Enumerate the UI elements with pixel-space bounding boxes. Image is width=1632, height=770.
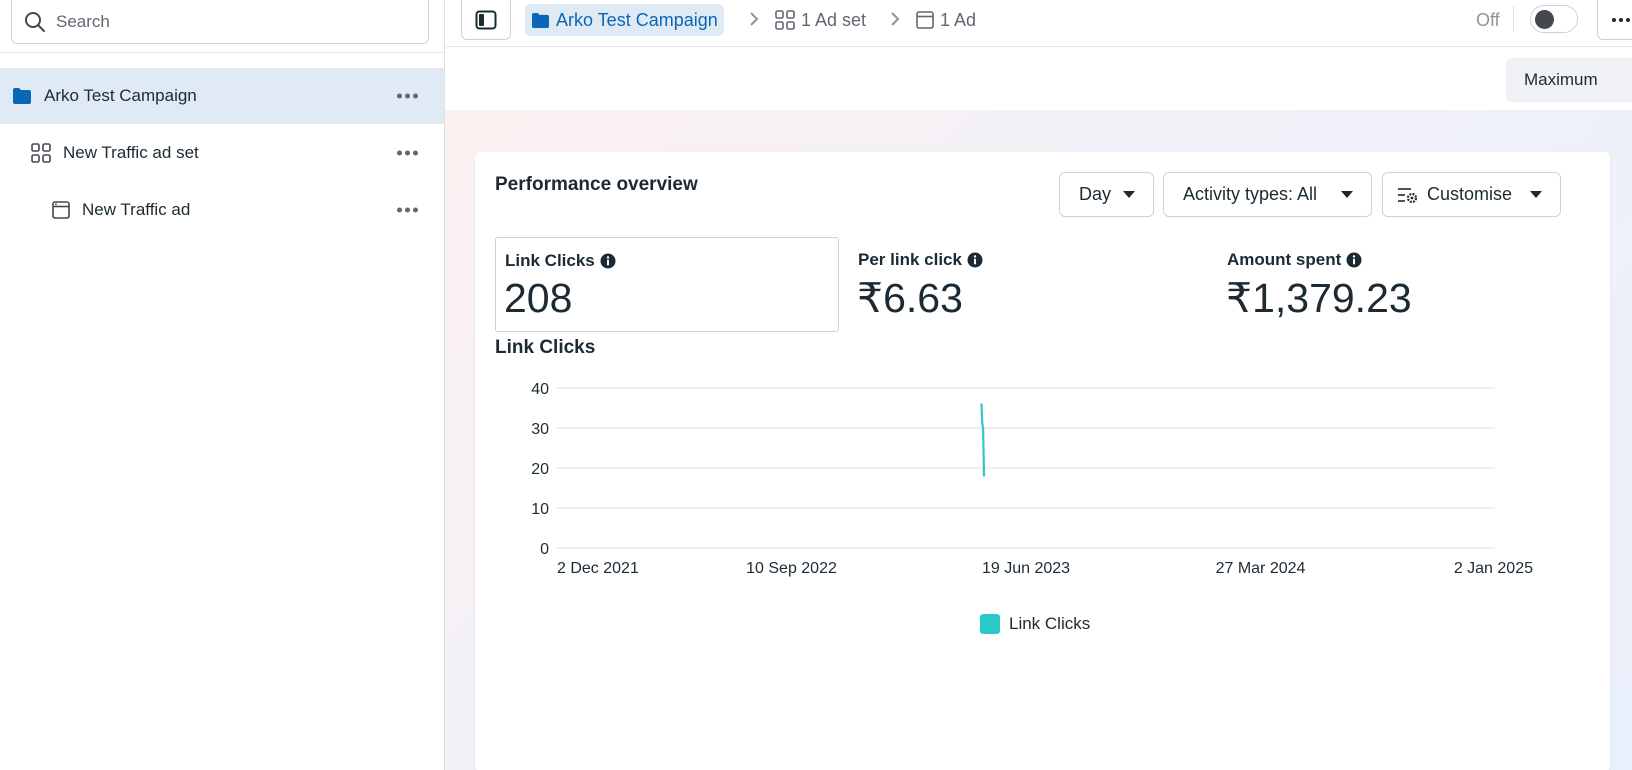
x-tick-label: 2 Dec 2021: [557, 560, 639, 577]
sidebar-divider: [0, 52, 445, 53]
more-options-icon[interactable]: [397, 93, 418, 99]
tree-item-label: New Traffic ad set: [63, 143, 199, 162]
legend-label: Link Clicks: [1009, 614, 1091, 633]
toggle-knob: [1535, 10, 1554, 29]
status-label: Off: [1476, 10, 1500, 30]
breadcrumb-campaign-label: Arko Test Campaign: [556, 9, 718, 30]
metric-value: ₹1,379.23: [1226, 275, 1412, 321]
activity-types-dropdown[interactable]: Activity types: All: [1163, 172, 1372, 217]
metric-label-text: Amount spent: [1227, 250, 1342, 269]
tree-item-adset[interactable]: New Traffic ad set: [0, 125, 444, 181]
data-point: [983, 475, 985, 477]
tree-item-ad[interactable]: New Traffic ad: [0, 182, 444, 238]
date-range-label: Maximum: [1524, 70, 1598, 89]
campaign-tree-sidebar: Arko Test Campaign New Traffic ad set Ne…: [0, 0, 445, 770]
y-tick-label: 0: [540, 541, 549, 558]
breadcrumb-ad[interactable]: 1 Ad: [916, 4, 976, 36]
search-icon: [24, 11, 46, 33]
toggle-sidebar-button[interactable]: [461, 0, 511, 40]
data-point: [981, 423, 984, 425]
breadcrumb-campaign[interactable]: Arko Test Campaign: [525, 4, 724, 36]
ad-window-icon: [52, 201, 70, 219]
search-box[interactable]: [11, 0, 429, 44]
day-dropdown-label: Day: [1079, 184, 1112, 204]
on-off-toggle[interactable]: [1530, 5, 1578, 33]
metric-amount-spent[interactable]: Amount spent ₹1,379.23: [1218, 237, 1558, 332]
info-icon[interactable]: [1346, 252, 1362, 268]
performance-overview-card: Performance overview Day Activity types:…: [475, 152, 1610, 770]
folder-icon: [531, 12, 550, 29]
metric-label-text: Link Clicks: [505, 251, 595, 270]
metric-link-clicks[interactable]: Link Clicks 208: [495, 237, 839, 332]
customise-dropdown[interactable]: Customise: [1382, 172, 1561, 217]
link-clicks-line-chart: 0 10 20 30 40 2 Dec 2021 10 Sep 2022 19 Jun 202…: [531, 381, 1533, 577]
legend-swatch: [980, 614, 1000, 634]
date-range-button[interactable]: Maximum: [1506, 58, 1632, 102]
info-icon[interactable]: [600, 253, 616, 269]
date-toolbar: Maximum: [445, 48, 1632, 110]
info-icon[interactable]: [967, 252, 983, 268]
app-window: Arko Test Campaign New Traffic ad set Ne…: [0, 0, 1632, 770]
breadcrumb-adset-label: 1 Ad set: [801, 9, 867, 30]
x-tick-label: 10 Sep 2022: [746, 560, 837, 577]
tree-item-label: Arko Test Campaign: [44, 86, 197, 105]
breadcrumb-adset[interactable]: 1 Ad set: [775, 4, 866, 36]
y-tick-label: 20: [531, 461, 549, 478]
x-tick-label: 19 Jun 2023: [982, 560, 1070, 577]
search-input[interactable]: [56, 11, 416, 32]
y-tick-label: 10: [531, 501, 549, 518]
folder-icon: [12, 87, 32, 105]
metric-label: Link Clicks: [505, 251, 616, 271]
tree-item-campaign[interactable]: Arko Test Campaign: [0, 68, 444, 124]
caret-down-icon: [1530, 191, 1542, 198]
metric-label: Amount spent: [1227, 250, 1362, 270]
metric-label: Per link click: [858, 250, 983, 270]
top-bar: Arko Test Campaign 1 Ad set 1 Ad Off: [445, 0, 1632, 47]
ad-window-icon: [916, 11, 934, 29]
metric-value: 208: [504, 275, 573, 321]
breadcrumb-ad-label: 1 Ad: [940, 9, 977, 30]
chevron-right-icon: [891, 12, 900, 26]
series-line-link-clicks: [980, 403, 986, 477]
card-title: Performance overview: [495, 174, 698, 195]
y-tick-label: 40: [531, 381, 549, 398]
tree-item-label: New Traffic ad: [82, 200, 191, 219]
chart-legend[interactable]: Link Clicks: [980, 614, 1090, 634]
data-point: [980, 403, 983, 405]
x-tick-label: 27 Mar 2024: [1216, 560, 1306, 577]
y-tick-label: 30: [531, 421, 549, 438]
divider: [1513, 6, 1514, 32]
metric-per-link-click[interactable]: Per link click ₹6.63: [849, 237, 1189, 332]
grid-icon: [775, 10, 795, 30]
caret-down-icon: [1123, 191, 1135, 198]
metric-value: ₹6.63: [857, 275, 963, 321]
more-actions-button[interactable]: [1597, 0, 1632, 40]
caret-down-icon: [1341, 191, 1353, 198]
chevron-right-icon: [750, 12, 759, 26]
customise-label: Customise: [1427, 184, 1513, 204]
main-content: Maximum Performance overview Day Activit…: [445, 48, 1632, 770]
data-point: [982, 427, 984, 429]
day-dropdown[interactable]: Day: [1059, 172, 1154, 217]
chart-title: Link Clicks: [495, 337, 596, 358]
activity-types-label: Activity types: All: [1183, 184, 1318, 204]
grid-icon: [31, 143, 51, 163]
more-options-icon[interactable]: [397, 207, 418, 213]
x-tick-label: 2 Jan 2025: [1454, 560, 1533, 577]
more-options-icon[interactable]: [397, 150, 418, 156]
metric-label-text: Per link click: [858, 250, 962, 269]
customise-settings-icon: [1397, 186, 1419, 204]
sidebar-panel-icon: [475, 10, 497, 30]
